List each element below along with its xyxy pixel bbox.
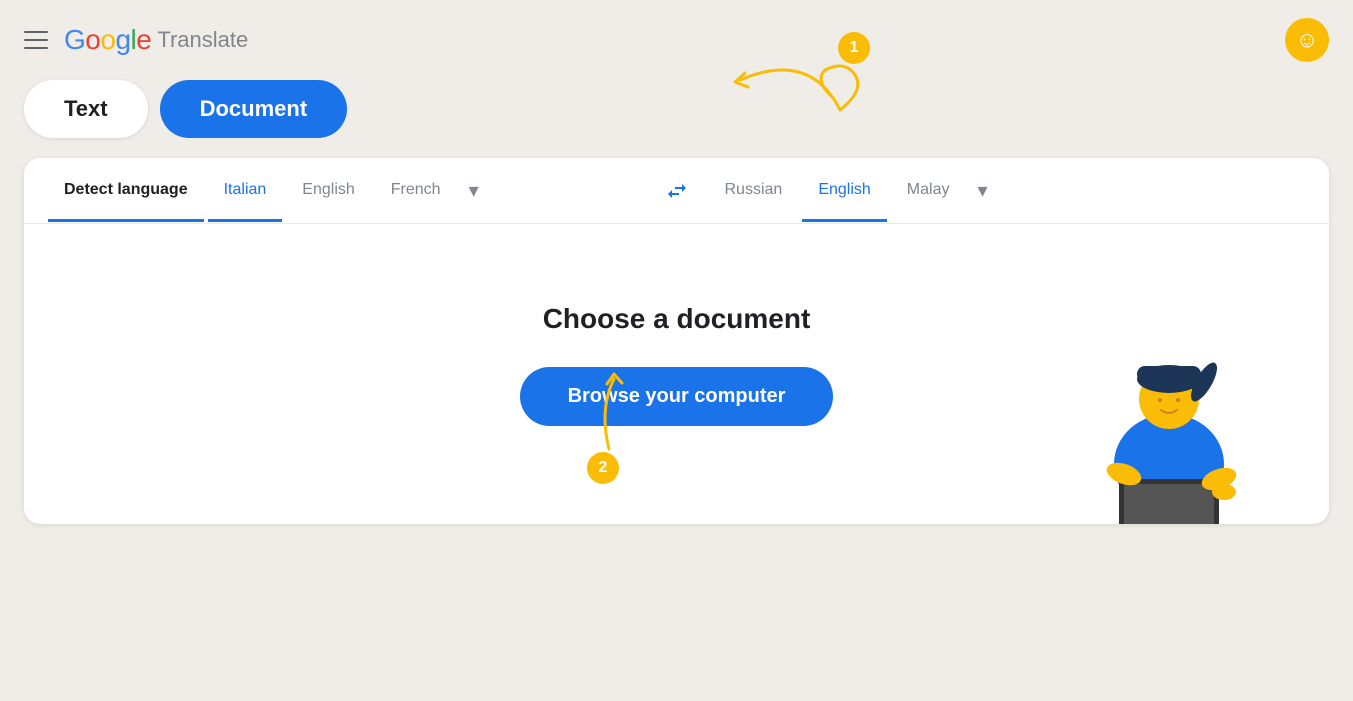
- swap-languages-btn[interactable]: [653, 167, 701, 215]
- browse-computer-btn[interactable]: Browse your computer: [520, 367, 834, 426]
- language-bar: Detect language Italian English French ▾…: [24, 158, 1329, 224]
- hamburger-menu[interactable]: [24, 31, 48, 49]
- target-lang-russian[interactable]: Russian: [709, 161, 799, 222]
- user-avatar[interactable]: ☺: [1285, 18, 1329, 62]
- annotation-badge-1: 1: [838, 32, 870, 64]
- tab-document[interactable]: Document: [160, 80, 348, 138]
- source-lang-italian[interactable]: Italian: [208, 161, 283, 222]
- main-card: Detect language Italian English French ▾…: [24, 158, 1329, 524]
- target-lang-english[interactable]: English: [802, 161, 886, 222]
- tab-row: Text Document: [0, 80, 1353, 158]
- header: Google Translate 1 ☺: [0, 0, 1353, 80]
- document-content: Choose a document Browse your computer 2: [24, 224, 1329, 524]
- source-lang-english[interactable]: English: [286, 161, 370, 222]
- target-more-btn[interactable]: ▾: [969, 158, 995, 223]
- tab-text[interactable]: Text: [24, 80, 148, 138]
- detect-language-btn[interactable]: Detect language: [48, 161, 204, 222]
- target-lang-malay[interactable]: Malay: [891, 161, 966, 222]
- source-lang-french[interactable]: French: [375, 161, 457, 222]
- source-more-btn[interactable]: ▾: [461, 158, 487, 223]
- source-languages: Detect language Italian English French ▾: [48, 158, 645, 223]
- translate-label: Translate: [157, 27, 248, 53]
- target-languages: Russian English Malay ▾: [709, 158, 1306, 223]
- google-logo: Google: [64, 24, 151, 56]
- choose-document-title: Choose a document: [543, 303, 811, 335]
- illustration-person: [1069, 324, 1269, 524]
- annotation-badge-2: 2: [587, 452, 619, 484]
